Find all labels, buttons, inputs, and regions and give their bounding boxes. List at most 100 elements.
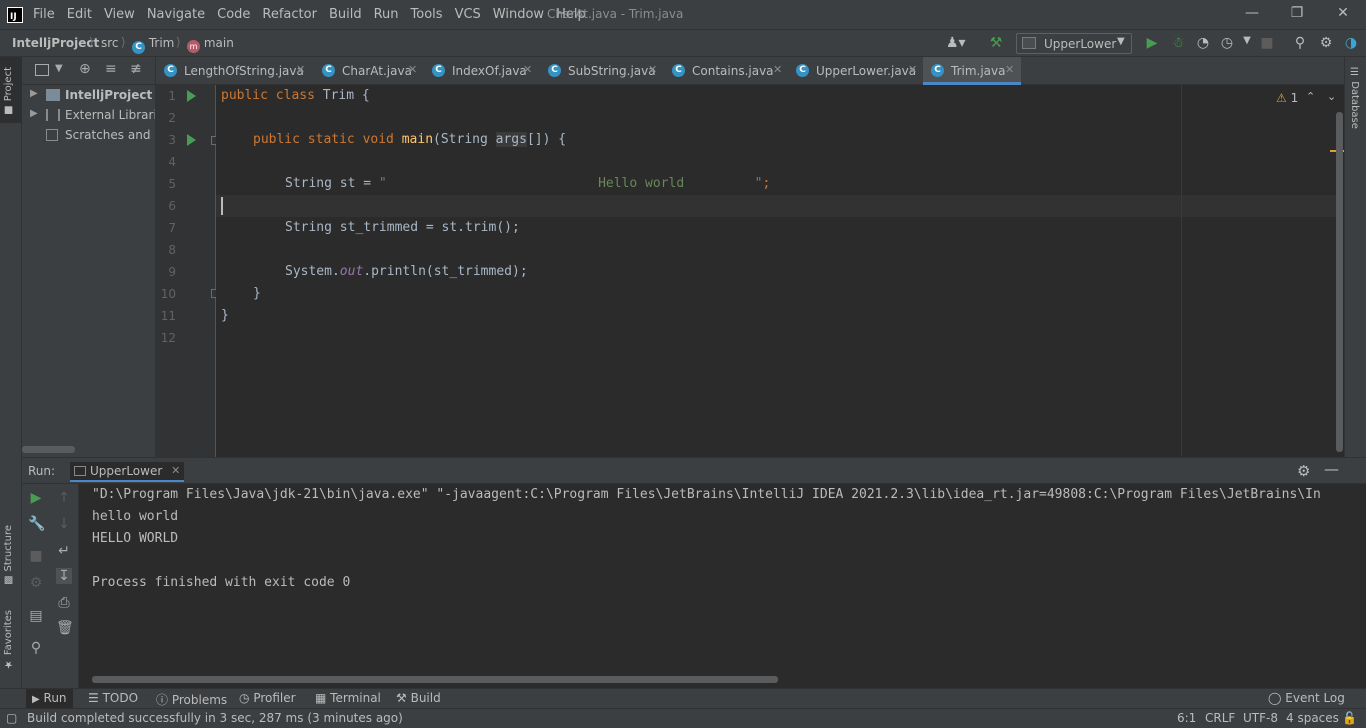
- next-highlight-icon[interactable]: ⌄: [1327, 90, 1336, 103]
- close-tab-icon[interactable]: ✕: [171, 462, 180, 480]
- tab-contains[interactable]: C Contains.java ✕: [664, 57, 788, 85]
- code-with-me-icon[interactable]: ◑: [1342, 35, 1360, 51]
- breadcrumb-src[interactable]: src: [101, 36, 119, 50]
- profile-icon[interactable]: ◷: [1218, 35, 1236, 51]
- close-tab-icon[interactable]: ✕: [1005, 63, 1014, 76]
- run-class-gutter-icon[interactable]: [187, 90, 196, 102]
- debug-bug-icon[interactable]: ☃: [1169, 35, 1187, 51]
- menu-refactor[interactable]: Refactor: [262, 7, 317, 22]
- breadcrumb-project[interactable]: IntelljProject: [12, 36, 99, 50]
- chevron-down-icon[interactable]: ▼: [55, 63, 63, 74]
- close-tab-icon[interactable]: ✕: [773, 63, 782, 76]
- run-tab-upperlower[interactable]: UpperLower ✕: [70, 462, 185, 482]
- close-tab-icon[interactable]: ✕: [908, 63, 917, 76]
- menu-file[interactable]: File: [33, 7, 55, 22]
- tool-tab-build[interactable]: ⚒ Build: [396, 691, 441, 705]
- indent-setting[interactable]: 4 spaces: [1286, 711, 1339, 725]
- project-tool-tab[interactable]: ■ Project: [3, 67, 14, 115]
- breadcrumb-class[interactable]: C Trim: [132, 36, 174, 54]
- tab-charat[interactable]: C CharAt.java ✕: [314, 57, 424, 85]
- run-configuration-select[interactable]: UpperLower ▼: [1016, 33, 1132, 54]
- menu-vcs[interactable]: VCS: [455, 7, 481, 22]
- collapse-all-icon[interactable]: ≢: [130, 61, 142, 77]
- modify-config-wrench-icon[interactable]: 🔧: [28, 516, 45, 532]
- pin-tab-icon[interactable]: ⚲: [28, 640, 44, 656]
- status-message[interactable]: Build completed successfully in 3 sec, 2…: [27, 711, 403, 725]
- terminal-icon: ▦: [315, 691, 327, 705]
- chevron-right-icon[interactable]: ▶: [30, 108, 38, 119]
- file-encoding[interactable]: UTF-8: [1243, 711, 1278, 725]
- coverage-icon[interactable]: ◔: [1194, 35, 1212, 51]
- debug-icon[interactable]: ⚙: [28, 575, 44, 591]
- expand-all-icon[interactable]: ≡: [105, 61, 117, 77]
- structure-tool-tab[interactable]: ▩ Structure: [3, 525, 14, 586]
- clear-trash-icon[interactable]: 🗑: [56, 620, 74, 636]
- status-layout-icon[interactable]: ▢: [6, 711, 17, 725]
- caret-position[interactable]: 6:1: [1177, 711, 1196, 725]
- menu-tools[interactable]: Tools: [411, 7, 443, 22]
- run-main-gutter-icon[interactable]: [187, 134, 196, 146]
- hide-panel-icon[interactable]: —: [1324, 460, 1339, 478]
- project-horizontal-scrollbar[interactable]: [22, 446, 75, 453]
- tool-tab-terminal[interactable]: ▦ Terminal: [315, 691, 381, 705]
- up-stack-icon[interactable]: ↑: [56, 490, 72, 506]
- menu-edit[interactable]: Edit: [67, 7, 92, 22]
- down-stack-icon[interactable]: ↓: [56, 516, 72, 532]
- project-view-icon[interactable]: [35, 64, 49, 76]
- tree-item-project[interactable]: ▶ IntelljProject [Len: [22, 85, 155, 105]
- line-separator[interactable]: CRLF: [1205, 711, 1235, 725]
- vcs-user-icon[interactable]: ♟▾: [946, 35, 966, 51]
- close-icon[interactable]: ✕: [1333, 5, 1353, 23]
- lock-icon[interactable]: 🔓: [1342, 711, 1357, 725]
- database-tool-tab[interactable]: ☰ Database: [1349, 67, 1360, 129]
- editor-vertical-scrollbar[interactable]: [1336, 112, 1343, 452]
- previous-highlight-icon[interactable]: ⌃: [1306, 90, 1315, 103]
- menu-view[interactable]: View: [104, 7, 135, 22]
- build-hammer-icon[interactable]: ⚒: [987, 35, 1005, 51]
- minimize-icon[interactable]: —: [1242, 5, 1262, 23]
- menu-code[interactable]: Code: [217, 7, 250, 22]
- run-icon[interactable]: ▶: [1143, 35, 1161, 51]
- chevron-right-icon[interactable]: ▶: [30, 88, 38, 99]
- restore-layout-icon[interactable]: ▤: [28, 608, 44, 624]
- menu-build[interactable]: Build: [329, 7, 362, 22]
- tool-tab-event-log[interactable]: ◯ Event Log: [1268, 691, 1345, 705]
- stop-icon[interactable]: ■: [1258, 35, 1276, 51]
- rerun-icon[interactable]: ▶: [28, 490, 44, 506]
- tree-item-scratches[interactable]: Scratches and Co: [22, 125, 155, 145]
- more-run-chevron-icon[interactable]: ▼: [1238, 35, 1256, 46]
- close-tab-icon[interactable]: ✕: [296, 63, 305, 76]
- breadcrumb-method[interactable]: m main: [187, 36, 234, 53]
- console-horizontal-scrollbar[interactable]: [92, 676, 778, 683]
- tool-tab-run[interactable]: ▶ Run: [26, 689, 73, 708]
- favorites-tool-tab[interactable]: ★ Favorites: [3, 610, 14, 669]
- tool-tab-problems[interactable]: ⓘ Problems: [156, 691, 227, 708]
- stop-icon[interactable]: ■: [28, 548, 44, 564]
- tab-substring[interactable]: C SubString.java ✕: [540, 57, 664, 85]
- print-icon[interactable]: ⎙: [56, 595, 72, 611]
- close-tab-icon[interactable]: ✕: [408, 63, 417, 76]
- close-tab-icon[interactable]: ✕: [648, 63, 657, 76]
- inspection-warnings-indicator[interactable]: ⚠ 1: [1276, 91, 1298, 105]
- menu-run[interactable]: Run: [374, 7, 399, 22]
- settings-gear-icon[interactable]: ⚙: [1297, 462, 1310, 480]
- search-icon[interactable]: ⚲: [1291, 35, 1309, 51]
- intellij-logo-icon[interactable]: IJ: [7, 6, 23, 23]
- tool-tab-todo[interactable]: ☰ TODO: [88, 691, 138, 705]
- settings-gear-icon[interactable]: ⚙: [1317, 35, 1335, 51]
- scroll-to-end-icon[interactable]: ↧: [56, 568, 72, 584]
- tab-upperlower[interactable]: C UpperLower.java ✕: [788, 57, 922, 85]
- menu-window[interactable]: Window: [493, 7, 544, 22]
- tool-tab-profiler[interactable]: ◷ Profiler: [239, 691, 296, 705]
- code-editor[interactable]: public class Trim { public static void m…: [216, 85, 1344, 457]
- close-tab-icon[interactable]: ✕: [523, 63, 532, 76]
- tab-lengthofstring[interactable]: C LengthOfString.java ✕: [156, 57, 314, 85]
- restore-icon[interactable]: ❐: [1287, 5, 1307, 23]
- soft-wrap-icon[interactable]: ↵: [56, 543, 72, 559]
- menu-navigate[interactable]: Navigate: [147, 7, 205, 22]
- tab-indexof[interactable]: C IndexOf.java ✕: [424, 57, 540, 85]
- run-console-output[interactable]: "D:\Program Files\Java\jdk-21\bin\java.e…: [80, 484, 1366, 688]
- tab-trim[interactable]: C Trim.java ✕: [923, 57, 1021, 85]
- tree-item-external-libraries[interactable]: ▶ External Libraries: [22, 105, 155, 125]
- locate-target-icon[interactable]: ⊕: [79, 61, 91, 77]
